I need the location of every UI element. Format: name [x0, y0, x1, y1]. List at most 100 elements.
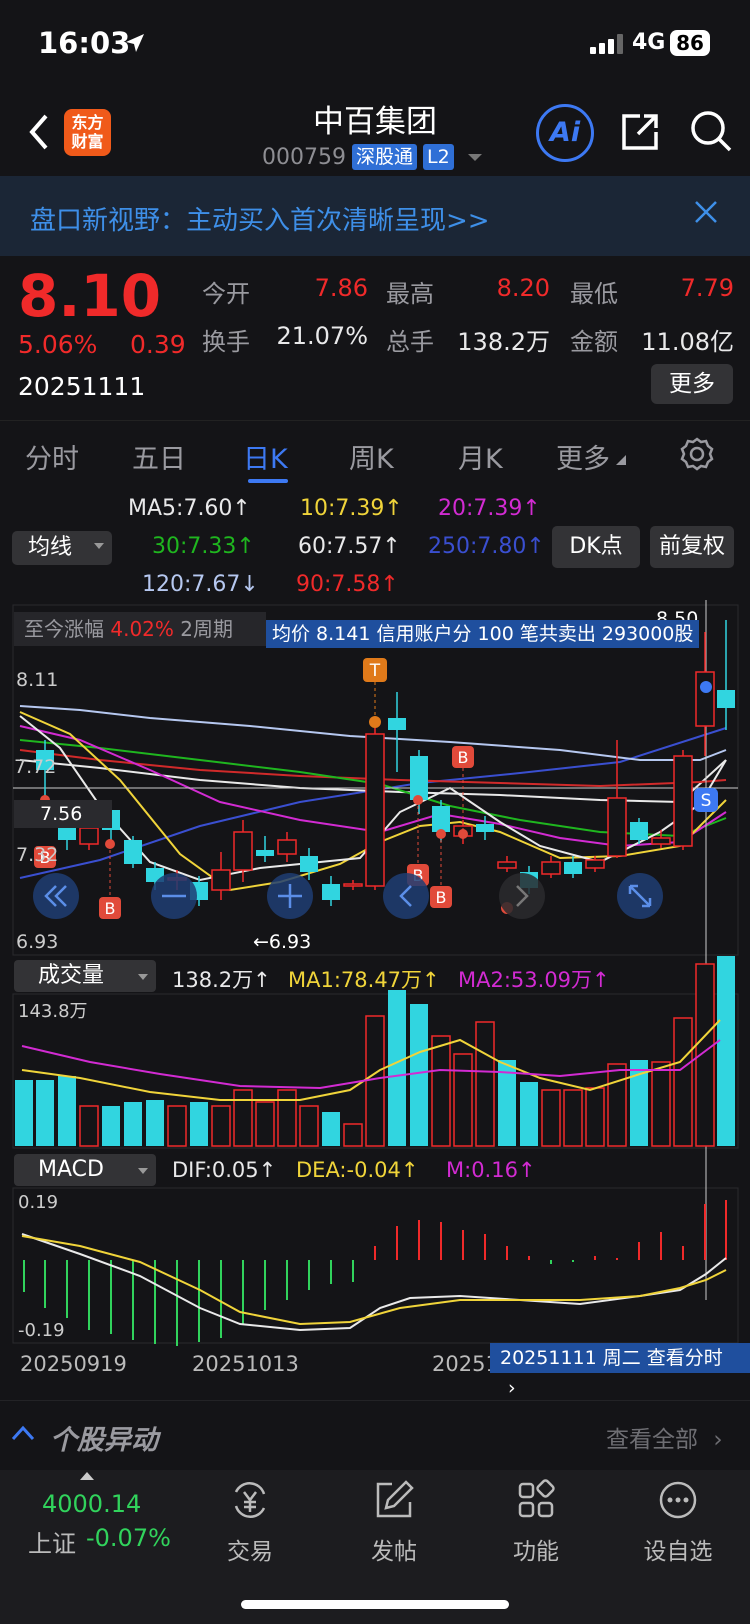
buy-marker-dot	[105, 839, 115, 849]
amount-label: 金额	[570, 328, 618, 356]
more-button[interactable]: 更多	[651, 364, 733, 404]
gain-label: 至今涨幅	[24, 617, 104, 641]
amount-value: 11.08亿	[641, 328, 734, 356]
nav-trade[interactable]: 交易	[190, 1478, 310, 1566]
candle-body	[541, 861, 561, 875]
cellular-signal-icon	[590, 34, 623, 54]
share-icon[interactable]	[618, 110, 662, 154]
volume-bar	[541, 1089, 561, 1147]
gain-since-bar: 至今涨幅 4.02% 2周期	[14, 612, 266, 646]
volume-bar	[322, 1112, 340, 1146]
candle-body	[695, 671, 715, 727]
macd-dif: DIF:0.05↑	[172, 1158, 277, 1182]
buy-marker-dot	[436, 829, 446, 839]
open-value: 7.86	[314, 274, 368, 302]
candle-body	[124, 840, 142, 864]
volume-bar	[36, 1080, 54, 1146]
volume-bar	[299, 1105, 319, 1147]
volume-bar	[607, 1063, 627, 1147]
battery-level: 86	[670, 30, 710, 56]
candle-body	[300, 856, 318, 872]
chevron-up-icon[interactable]	[10, 1424, 36, 1442]
nav-add-watchlist[interactable]: 设自选	[618, 1478, 738, 1566]
volume-bar	[651, 1061, 671, 1147]
volume-bar	[211, 1105, 231, 1147]
macd-dea: DEA:-0.04↑	[296, 1158, 419, 1182]
tab-monthly-k[interactable]: 月K	[458, 437, 503, 476]
search-icon[interactable]	[688, 108, 734, 154]
index-value[interactable]: 4000.14	[42, 1490, 141, 1518]
adjust-price-button[interactable]: 前复权	[650, 526, 734, 568]
tab-five-day[interactable]: 五日	[132, 437, 186, 476]
tab-more[interactable]: 更多	[556, 437, 610, 476]
volume-bar	[79, 1105, 99, 1147]
settings-icon[interactable]	[679, 436, 715, 472]
caret-up-icon	[80, 1472, 94, 1480]
stock-code: 000759	[262, 144, 346, 170]
ai-button[interactable]: Ai	[536, 104, 594, 162]
tab-intraday[interactable]: 分时	[25, 437, 79, 476]
candle-body	[365, 733, 385, 887]
volume-bar	[233, 1089, 253, 1147]
t-marker-label: T	[369, 661, 381, 681]
volume-bar	[431, 1035, 451, 1147]
active-tab-indicator	[248, 479, 288, 483]
volume-bar	[717, 956, 735, 1146]
tab-weekly-k[interactable]: 周K	[349, 437, 394, 476]
close-icon[interactable]	[694, 200, 718, 224]
view-all-link[interactable]: 查看全部 ›	[606, 1420, 723, 1454]
dk-point-button[interactable]: DK点	[552, 526, 640, 568]
volume-axis-max: 143.8万	[18, 1001, 88, 1022]
candle-body	[233, 831, 253, 871]
candle-body	[564, 862, 582, 874]
change-amount: 0.39	[130, 330, 186, 359]
volume-bar	[453, 1053, 473, 1147]
edit-icon	[376, 1480, 414, 1518]
macd-selector[interactable]: MACD	[14, 1154, 156, 1186]
low-price-mark: ←6.93	[253, 931, 312, 953]
kline-chart[interactable]: B B T B B B S	[0, 600, 750, 1400]
yen-exchange-icon	[234, 1482, 266, 1518]
ma5-value: MA5:7.60↑	[128, 496, 251, 521]
buy-marker-dot	[413, 795, 423, 805]
nav-functions[interactable]: 功能	[476, 1478, 596, 1566]
stock-code-row[interactable]: 000759 深股通 L2	[262, 143, 482, 171]
view-intraday-label: 20251111 周二 查看分时	[500, 1347, 723, 1369]
index-name[interactable]: 上证	[28, 1524, 76, 1559]
tab-daily-k[interactable]: 日K	[243, 437, 288, 476]
nav-post[interactable]: 发帖	[334, 1478, 454, 1566]
level2-tag: L2	[423, 144, 454, 170]
status-time: 16:03	[38, 26, 131, 60]
ma-selector-label: 均线	[28, 535, 73, 560]
grid-icon	[518, 1479, 555, 1518]
volume-bar	[102, 1106, 120, 1146]
ma20-value: 20:7.39↑	[438, 496, 541, 521]
anomaly-title: 个股异动	[50, 1425, 158, 1456]
view-all-label: 查看全部	[606, 1427, 698, 1453]
ma60-value: 60:7.57↑	[298, 534, 401, 559]
step-left-button[interactable]	[383, 873, 429, 919]
low-label: 最低	[570, 280, 618, 308]
ma250-value: 250:7.80↑	[428, 534, 545, 559]
price-axis-bottom: 6.93	[16, 931, 59, 953]
ma10-value: 10:7.39↑	[300, 496, 403, 521]
volume-bar	[15, 1080, 33, 1146]
network-type: 4G	[632, 30, 666, 55]
chevron-right-icon: ›	[713, 1427, 723, 1453]
ma-selector[interactable]: 均线	[12, 531, 112, 565]
volume-ma1: MA1:78.47万↑	[288, 968, 440, 992]
volume-bar	[255, 1101, 275, 1147]
candle-body	[343, 883, 363, 887]
volume-bar	[343, 1123, 363, 1147]
macd-selector-label: MACD	[38, 1157, 104, 1182]
index-change[interactable]: -0.07%	[86, 1524, 171, 1552]
candle-body	[388, 718, 406, 730]
quote-date: 20251111	[18, 372, 146, 401]
view-intraday-pill[interactable]: 20251111 周二 查看分时 ›	[490, 1343, 750, 1399]
volume-value: 138.2万↑	[172, 968, 271, 992]
promo-banner-text[interactable]: 盘口新视野：主动买入首次清晰呈现>>	[30, 200, 490, 237]
step-right-button[interactable]	[499, 873, 545, 919]
chevron-right-icon: ›	[508, 1377, 516, 1399]
chevron-down-icon[interactable]	[467, 153, 482, 161]
volume-selector[interactable]: 成交量	[14, 960, 156, 992]
